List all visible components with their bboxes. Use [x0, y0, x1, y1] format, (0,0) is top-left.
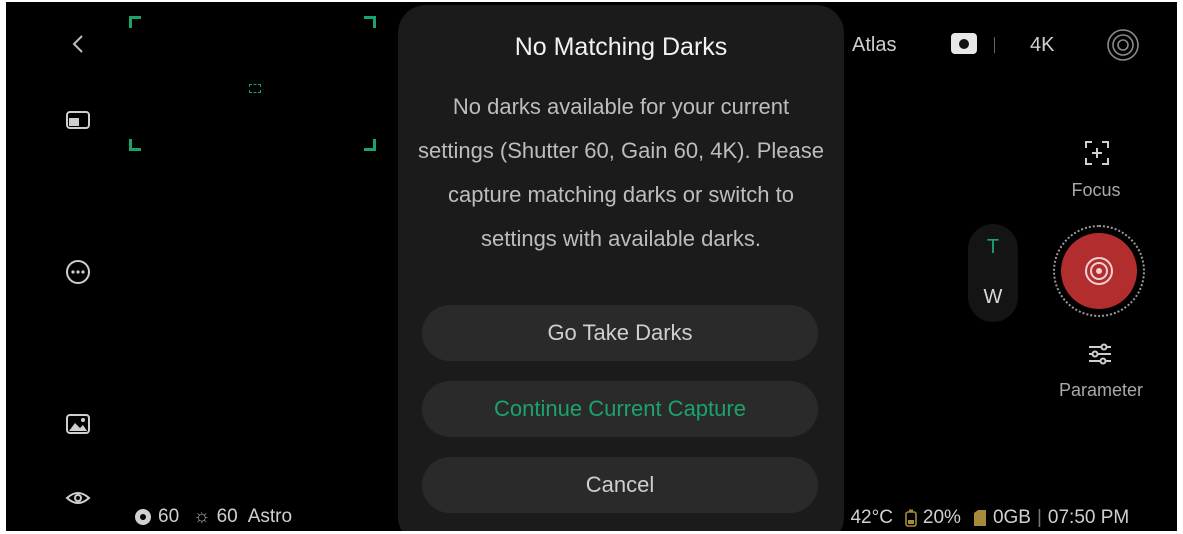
battery-value: 20%	[922, 506, 961, 528]
more-icon[interactable]	[64, 258, 92, 286]
sliders-icon[interactable]	[1086, 340, 1114, 373]
gain-icon: ☼	[193, 506, 211, 527]
temperature-value: 42°C	[850, 506, 893, 528]
go-take-darks-button[interactable]: Go Take Darks	[422, 305, 818, 361]
no-matching-darks-dialog: No Matching Darks No darks available for…	[398, 5, 844, 531]
shutter-icon	[135, 509, 151, 525]
focus-label[interactable]: Focus	[1056, 180, 1136, 201]
resolution-label[interactable]: 4K	[1030, 34, 1054, 57]
continue-capture-button[interactable]: Continue Current Capture	[422, 381, 818, 437]
dialog-message: No darks available for your current sett…	[418, 94, 825, 251]
parameter-label[interactable]: Parameter	[1041, 380, 1161, 401]
frame-corner-top-left	[129, 16, 141, 28]
battery-icon	[905, 509, 917, 527]
frame-corner-bottom-right	[364, 139, 376, 151]
live-icon[interactable]	[1106, 28, 1140, 67]
time-value: 07:50 PM	[1047, 506, 1130, 528]
divider	[994, 37, 995, 53]
divider: |	[1036, 506, 1042, 528]
mode-value: Astro	[247, 506, 293, 527]
back-icon[interactable]	[64, 30, 92, 58]
camera-icon[interactable]	[951, 33, 977, 54]
zoom-tele-button[interactable]: T	[968, 236, 1018, 259]
capture-settings-status: 60 ☼ 60 Astro	[134, 506, 292, 528]
camera-screen: Atlas 4K Focus T W Parameter 60 ☼ 60 Ast…	[6, 2, 1177, 531]
eye-icon[interactable]	[64, 484, 92, 512]
device-status: ▮ 42°C 20% 0GB | 07:50 PM	[834, 506, 1129, 529]
gain-value: 60	[216, 506, 238, 527]
focus-center-mark	[249, 84, 261, 93]
zoom-wide-button[interactable]: W	[968, 286, 1018, 309]
shutter-value: 60	[158, 506, 180, 527]
target-icon	[1085, 257, 1113, 285]
zoom-control[interactable]: T W	[968, 224, 1018, 322]
frame-corner-top-right	[364, 16, 376, 28]
shutter-button[interactable]	[1061, 233, 1137, 309]
storage-value: 0GB	[992, 506, 1031, 528]
frame-corner-bottom-left	[129, 139, 141, 151]
gallery-icon[interactable]	[64, 410, 92, 438]
cancel-button[interactable]: Cancel	[422, 457, 818, 513]
sd-card-icon	[973, 509, 986, 526]
layout-icon[interactable]	[64, 106, 92, 134]
mode-label[interactable]: Atlas	[852, 34, 896, 57]
focus-icon[interactable]	[1084, 140, 1110, 171]
dialog-title: No Matching Darks	[514, 33, 728, 61]
